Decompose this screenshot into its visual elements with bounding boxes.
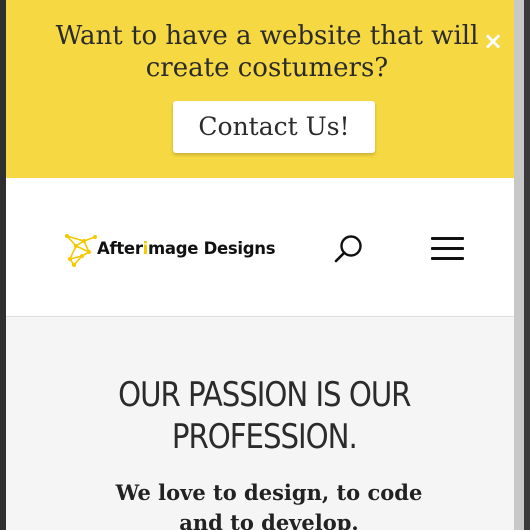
logo-text-after: mage Designs [148,239,276,258]
promo-message: Want to have a website that will create … [55,21,479,83]
logo-text-before: After [97,239,143,258]
search-button[interactable] [332,232,366,266]
contact-us-button[interactable]: Contact Us! [173,101,375,153]
site-logo[interactable]: Afterimage Designs [64,232,284,268]
hero-subtitle: We love to design, to code and to develo… [115,480,423,530]
page-viewport: Want to have a website that will create … [6,0,514,530]
hamburger-menu-icon-bar [431,257,464,260]
site-header: Afterimage Designs [6,178,514,317]
hamburger-menu-button[interactable] [430,234,466,264]
hero-title: OUR PASSION IS OUR PROFESSION. [118,375,411,457]
close-icon[interactable]: × [480,28,506,54]
scrollbar[interactable] [514,0,524,530]
afterimage-logo-mark-icon [65,234,97,267]
hamburger-menu-icon [431,237,464,240]
promo-banner: Want to have a website that will create … [6,0,514,178]
search-icon [334,235,362,263]
logo-wordmark: Afterimage Designs [97,239,276,258]
hamburger-menu-icon-bar [431,247,464,250]
